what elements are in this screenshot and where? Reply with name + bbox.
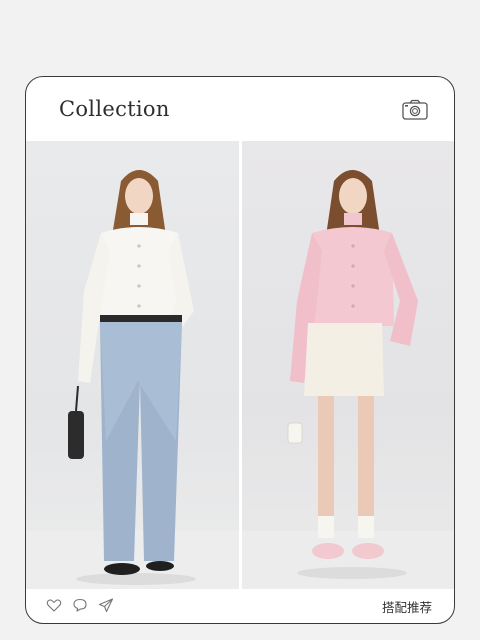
look-photo-white-blouse[interactable] (26, 141, 239, 589)
card-header: Collection (26, 77, 454, 141)
outfit-recommendation-label[interactable]: 搭配推荐 (382, 597, 432, 616)
look-photo-pink-blouse[interactable] (242, 141, 454, 589)
comment-icon[interactable] (72, 597, 88, 613)
card-title: Collection (59, 97, 170, 121)
camera-icon[interactable] (402, 99, 428, 121)
model-illustration-right (242, 170, 454, 589)
photo-grid (26, 141, 454, 589)
card-footer: 搭配推荐 (26, 587, 454, 623)
collection-card: Collection 搭配推荐 (25, 76, 455, 624)
heart-icon[interactable] (46, 597, 62, 613)
share-icon[interactable] (98, 597, 114, 613)
model-illustration-left (26, 170, 239, 589)
